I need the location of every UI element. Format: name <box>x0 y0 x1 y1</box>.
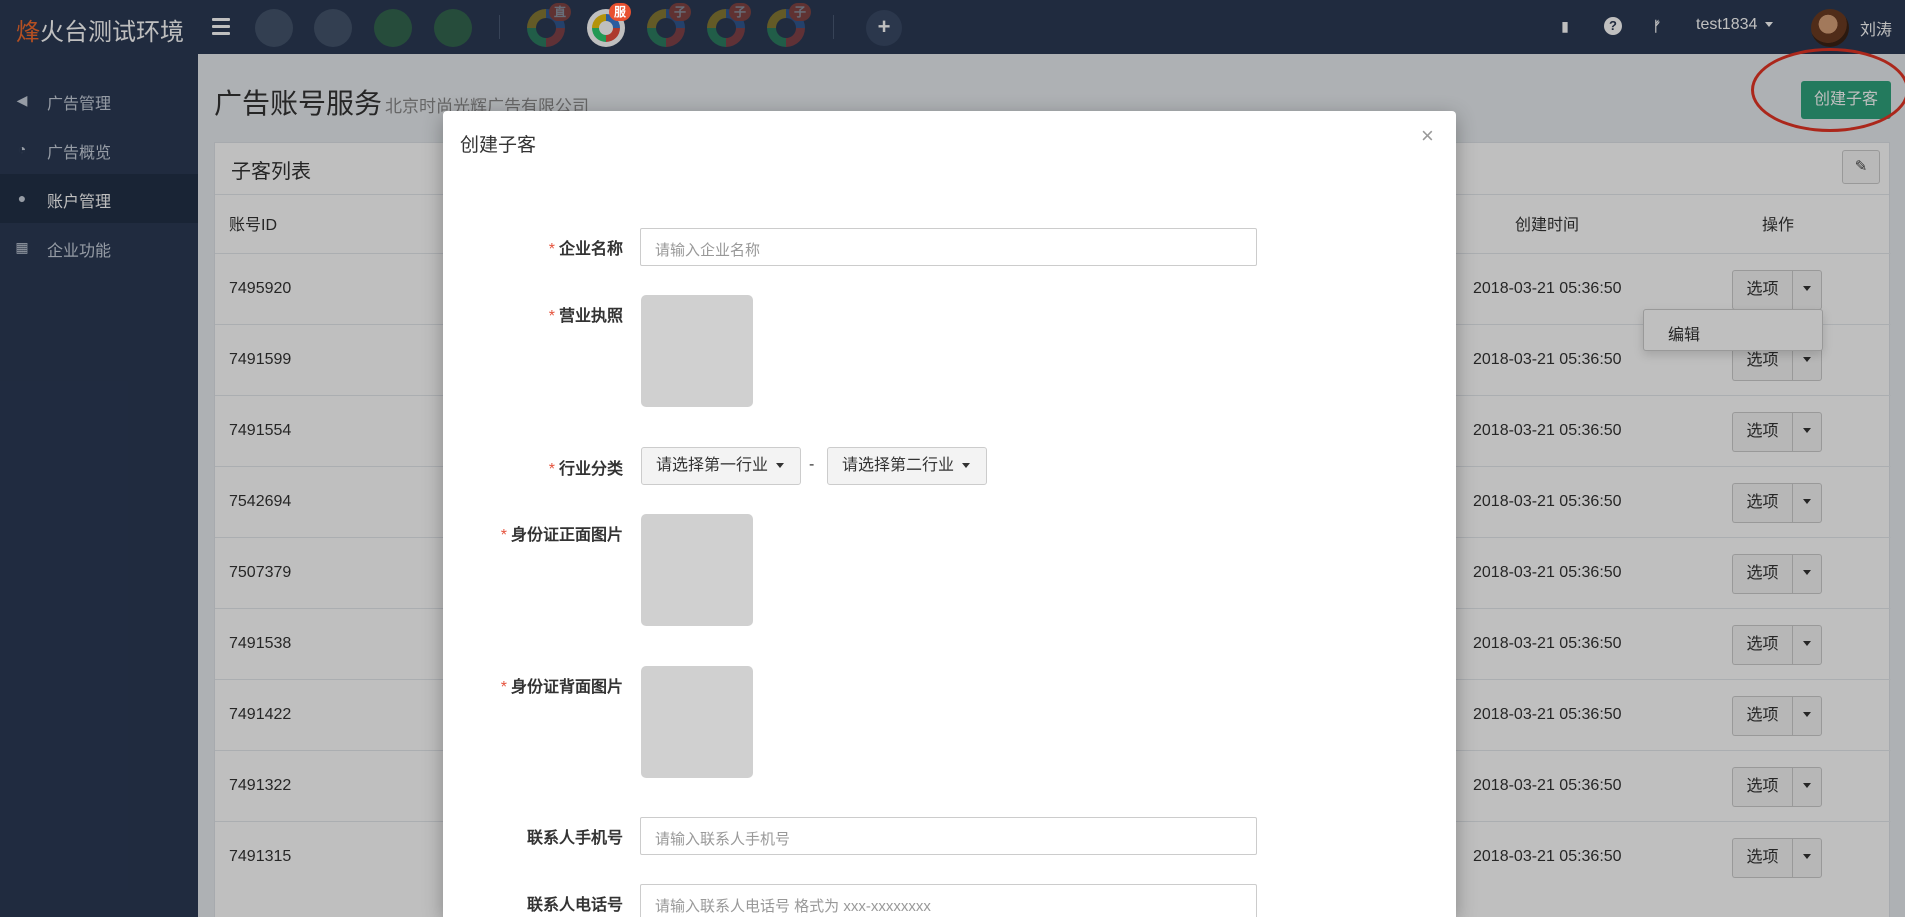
chevron-down-icon <box>962 463 971 469</box>
badge: 服 <box>609 3 631 21</box>
contact-phone-input[interactable]: 请输入联系人电话号 格式为 xxx-xxxxxxxx <box>640 884 1257 917</box>
label-text: 企业名称 <box>558 241 623 258</box>
placeholder: 请输入联系人电话号 格式为 xxx-xxxxxxxx <box>655 898 931 915</box>
label-text: 身份证背面图片 <box>510 679 623 696</box>
company-name-label: * 企业名称 <box>443 235 623 259</box>
select-value: 请选择第一行业 <box>656 457 769 474</box>
business-license-upload[interactable] <box>641 295 753 407</box>
required-mark: * <box>548 308 555 325</box>
required-mark: * <box>548 241 555 258</box>
id-back-label: * 身份证背面图片 <box>443 673 623 697</box>
first-industry-select[interactable]: 请选择第一行业 <box>641 447 802 485</box>
id-front-upload[interactable] <box>641 514 753 626</box>
required-mark: * <box>500 527 507 544</box>
business-license-label: * 营业执照 <box>443 302 623 326</box>
id-front-label: * 身份证正面图片 <box>443 521 623 545</box>
contact-mobile-label: 联系人手机号 <box>526 830 623 847</box>
create-sub-client-modal: 创建子客 × * 企业名称 请输入企业名称 * 营业执照 * 行业分类 请选择第一行业… <box>443 111 1456 917</box>
second-industry-select[interactable]: 请选择第二行业 <box>827 447 988 485</box>
company-name-input[interactable]: 请输入企业名称 <box>640 228 1257 266</box>
industry-separator: - <box>809 456 815 473</box>
id-back-upload[interactable] <box>641 666 753 778</box>
label-text: 身份证正面图片 <box>510 527 623 544</box>
modal-title: 创建子客 <box>460 135 537 156</box>
required-mark: * <box>500 679 507 696</box>
close-icon[interactable]: × <box>1421 123 1434 149</box>
label-text: 行业分类 <box>558 461 623 478</box>
label-text: 营业执照 <box>558 308 623 325</box>
select-value: 请选择第二行业 <box>842 457 955 474</box>
placeholder: 请输入企业名称 <box>655 242 761 259</box>
placeholder: 请输入联系人手机号 <box>655 831 791 848</box>
required-mark: * <box>548 461 555 478</box>
industry-label: * 行业分类 <box>443 455 623 479</box>
contact-phone-label: 联系人电话号 <box>526 897 623 914</box>
chevron-down-icon <box>776 463 785 469</box>
contact-mobile-input[interactable]: 请输入联系人手机号 <box>640 817 1257 855</box>
